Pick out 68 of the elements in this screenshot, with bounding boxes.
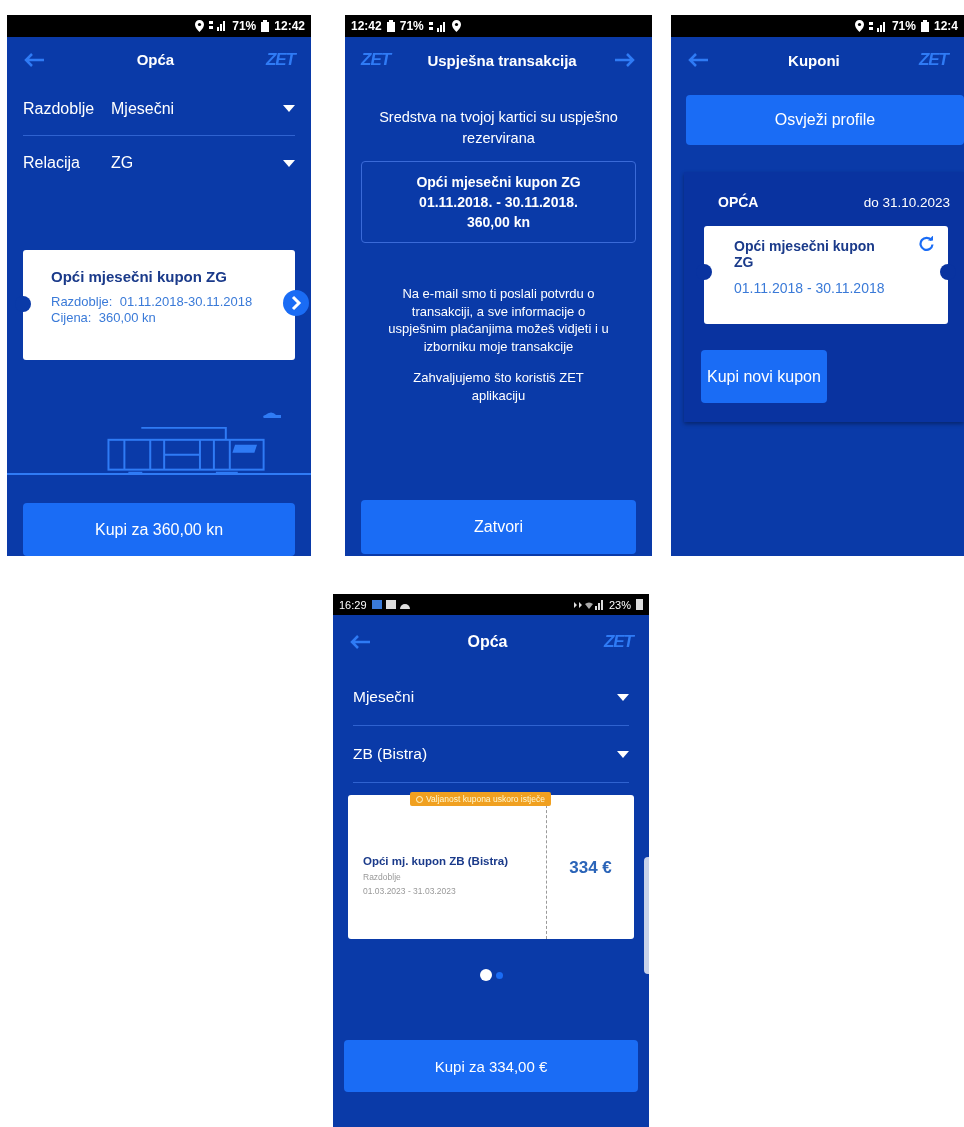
brand-logo: ZET — [361, 50, 391, 70]
dropdown-caret-icon — [283, 159, 295, 167]
clock-time: 12:4 — [933, 19, 958, 33]
dropdown-caret-icon — [617, 693, 629, 701]
dropdown[interactable]: Mjesečni — [353, 669, 629, 726]
coupon-dates: 01.11.2018 - 30.11.2018 — [734, 280, 886, 296]
back-arrow-icon[interactable] — [687, 52, 709, 68]
location-pin-icon — [451, 20, 461, 32]
success-message: Sredstva na tvojoj kartici su uspješno rezervirana — [378, 108, 619, 148]
coupon-price: 334 € — [568, 857, 613, 879]
brand-logo: ZET — [265, 49, 295, 70]
close-button[interactable]: Zatvori — [361, 500, 636, 554]
buy-button[interactable]: Kupi za 334,00 € — [344, 1040, 638, 1092]
buy-button[interactable]: Kupi za 360,00 kn — [23, 503, 295, 556]
clock-time: 16:29 — [339, 598, 367, 611]
screen-title: Opća — [466, 633, 509, 651]
summary-line: Opći mjesečni kupon ZG — [415, 173, 582, 192]
battery-icon — [920, 20, 929, 32]
battery-level: 71% — [232, 18, 257, 33]
buy-new-coupon-button[interactable]: Kupi novi kupon — [701, 350, 827, 403]
dropdown[interactable]: Relacija ZG — [23, 136, 295, 191]
refresh-icon[interactable] — [919, 236, 934, 251]
refresh-profiles-button[interactable]: Osvježi profile — [686, 95, 964, 145]
location-pin-icon — [195, 19, 205, 32]
clock-time: 12:42 — [274, 18, 305, 33]
battery-icon — [636, 599, 643, 610]
summary-line: 01.11.2018. - 30.11.2018. — [418, 193, 579, 212]
coupon-title: Opći mj. kupon ZB (Bistra) — [363, 855, 510, 867]
period-label: Razdoblje — [363, 872, 402, 882]
valid-until-date: do 31.10.2023 — [863, 194, 950, 210]
signal-icon — [868, 20, 887, 32]
dropdown[interactable]: Razdoblje Mjesečni — [23, 82, 295, 137]
dropdown[interactable]: ZB (Bistra) — [353, 726, 629, 783]
brand-logo: ZET — [918, 50, 948, 70]
battery-icon — [261, 19, 270, 32]
coupon-title: Opći mjesečni kupon ZG — [51, 268, 228, 286]
battery-level: 71% — [399, 19, 424, 33]
coupon-detail: Cijena: 360,00 kn — [51, 310, 157, 327]
dropdown-caret-icon — [283, 105, 295, 113]
dropdown-caret-icon — [617, 750, 629, 758]
signal-icon — [428, 20, 447, 32]
screen-title: Opća — [135, 51, 176, 69]
battery-level: 71% — [891, 19, 916, 33]
signal-icon — [209, 20, 228, 32]
warning-text: Valjanost kupona uskoro istječe — [426, 794, 545, 804]
screen-title: Uspješna transakcija — [426, 51, 578, 69]
signal-icon — [573, 599, 604, 610]
info-text: Na e-mail smo ti poslali potvrdu o transakciji, a sve informacije o uspješnim plaćanjima možeš vidjeti i u izborniku moje transakcije — [387, 285, 610, 355]
back-arrow-icon[interactable] — [614, 52, 636, 68]
battery-level: 23% — [608, 598, 631, 611]
clock-time: 12:42 — [351, 19, 382, 33]
coupon-title: Opći mjesečni kupon ZG — [734, 238, 876, 270]
back-arrow-icon[interactable] — [23, 51, 45, 68]
brand-logo: ZET — [603, 632, 633, 652]
screen-title: Kuponi — [787, 51, 841, 69]
coupon-detail: Razdoblje: 01.11.2018-30.11.2018 — [51, 294, 254, 311]
profile-name: OPĆA — [718, 194, 759, 210]
notification-icons — [371, 599, 412, 610]
battery-icon — [386, 20, 395, 32]
page-dot[interactable] — [479, 969, 492, 981]
location-pin-icon — [854, 20, 864, 32]
info-text: Zahvaljujemo što koristiš ZET aplikaciju — [412, 369, 585, 404]
page-dot[interactable] — [495, 971, 503, 979]
summary-line: 360,00 kn — [465, 213, 532, 232]
back-arrow-icon[interactable] — [349, 634, 371, 650]
next-chevron-icon[interactable] — [283, 290, 309, 317]
coupon-dates: 01.03.2023 - 31.03.2023 — [363, 886, 457, 896]
info-icon — [416, 795, 423, 803]
